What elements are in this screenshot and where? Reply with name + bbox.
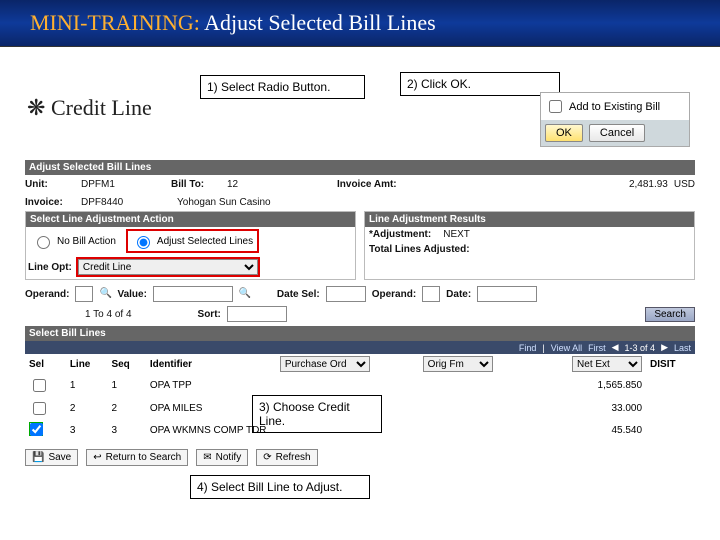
add-existing-checkbox[interactable]	[549, 100, 562, 113]
date-sel-label: Date Sel:	[277, 289, 320, 300]
title-prefix: MINI-TRAINING:	[30, 10, 200, 35]
return-icon: ↩	[93, 452, 101, 463]
billto-value: 12	[227, 179, 337, 190]
adjust-radio-label: Adjust Selected Lines	[128, 231, 257, 251]
table-row: 22OPA MILES33.000	[25, 397, 695, 420]
line-opt-label: Line Opt:	[28, 262, 72, 273]
return-button[interactable]: ↩Return to Search	[86, 449, 188, 466]
left-hdr: Select Line Adjustment Action	[26, 212, 355, 227]
invoice-amt-label: Invoice Amt:	[337, 179, 397, 190]
operand2-label: Operand:	[372, 289, 416, 300]
row-seq: 2	[107, 397, 145, 420]
row-netext: 45.540	[532, 420, 646, 441]
detail-pane: Adjust Selected Bill Lines Unit: DPFM1 B…	[25, 160, 695, 466]
origfm-select[interactable]: Orig Fm	[423, 356, 493, 372]
invoice-amt-value: 2,481.93	[629, 179, 668, 190]
unit-value: DPFM1	[81, 179, 171, 190]
lookup-icon[interactable]	[239, 288, 251, 300]
search-button[interactable]: Search	[645, 307, 695, 322]
th-seq: Seq	[107, 354, 145, 374]
customer-name: Yohogan Sun Casino	[177, 197, 271, 208]
cancel-button[interactable]: Cancel	[589, 124, 645, 142]
save-icon: 💾	[32, 452, 44, 463]
unit-label: Unit:	[25, 179, 75, 190]
currency-value: USD	[674, 179, 695, 190]
ok-dialog: Add to Existing Bill OK Cancel	[540, 92, 690, 147]
row-line: 2	[66, 397, 108, 420]
select-bill-lines-hdr: Select Bill Lines	[25, 326, 695, 341]
row-sel-checkbox[interactable]	[33, 379, 46, 392]
date-label: Date:	[446, 289, 471, 300]
row-line: 3	[66, 420, 108, 441]
credit-line-heading: ❋ Credit Line	[27, 95, 152, 121]
operand-label: Operand:	[25, 289, 69, 300]
title-rest: Adjust Selected Bill Lines	[200, 10, 436, 35]
total-adjusted-label: Total Lines Adjusted:	[369, 244, 470, 255]
sort-label: Sort:	[198, 309, 221, 320]
pager-first[interactable]: First	[588, 343, 606, 353]
right-hdr: Line Adjustment Results	[365, 212, 694, 227]
row-line: 1	[66, 374, 108, 397]
arrow-left-icon[interactable]: ◀	[612, 342, 619, 353]
po-select[interactable]: Purchase Ord	[280, 356, 370, 372]
callout-2: 2) Click OK.	[400, 72, 560, 96]
notify-icon: ✉	[203, 452, 211, 463]
right-column: Line Adjustment Results *Adjustment: NEX…	[364, 211, 695, 280]
value-label: Value:	[117, 289, 146, 300]
bill-lines-table: Sel Line Seq Identifier Purchase Ord Ori…	[25, 354, 695, 441]
no-bill-radio[interactable]	[37, 236, 50, 249]
table-row: 11OPA TPP1,565.850	[25, 374, 695, 397]
row-seq: 3	[107, 420, 145, 441]
ok-button[interactable]: OK	[545, 124, 583, 142]
adjustment-label: *Adjustment:	[369, 229, 431, 240]
pager-find[interactable]: Find	[519, 343, 537, 353]
pager-viewall[interactable]: View All	[551, 343, 582, 353]
lookup-icon[interactable]	[99, 288, 111, 300]
slide-title: MINI-TRAINING: Adjust Selected Bill Line…	[0, 0, 720, 47]
row-identifier: OPA TPP	[146, 374, 276, 397]
callout-1: 1) Select Radio Button.	[200, 75, 365, 99]
pager-last[interactable]: Last	[674, 343, 691, 353]
row-identifier: OPA MILES	[146, 397, 276, 420]
operand2-input[interactable]	[422, 286, 440, 302]
table-row: 33OPA WKMNS COMP TDR45.540	[25, 420, 695, 441]
pager-range: 1-3 of 4	[625, 343, 656, 353]
row-netext: 1,565.850	[532, 374, 646, 397]
th-identifier: Identifier	[146, 354, 276, 374]
callout-4: 4) Select Bill Line to Adjust.	[190, 475, 370, 499]
th-disit: DISIT	[646, 354, 695, 374]
section-header-adjust: Adjust Selected Bill Lines	[25, 160, 695, 175]
adjustment-value: NEXT	[443, 229, 470, 240]
bottom-bar: 💾Save ↩Return to Search ✉Notify ⟳Refresh	[25, 449, 695, 466]
row-netext: 33.000	[532, 397, 646, 420]
line-opt-select[interactable]: Credit Line	[78, 259, 258, 275]
refresh-button[interactable]: ⟳Refresh	[256, 449, 317, 466]
th-sel: Sel	[25, 354, 66, 374]
date-input[interactable]	[477, 286, 537, 302]
date-sel-input[interactable]	[326, 286, 366, 302]
add-existing-label: Add to Existing Bill	[569, 101, 660, 113]
value-input[interactable]	[153, 286, 233, 302]
row-identifier: OPA WKMNS COMP TDR	[146, 420, 276, 441]
range-text: 1 To 4 of 4	[85, 309, 132, 320]
invoice-value: DPF8440	[81, 197, 171, 208]
th-line: Line	[66, 354, 108, 374]
operand-input[interactable]	[75, 286, 93, 302]
no-bill-radio-label: No Bill Action	[28, 229, 120, 253]
adjust-radio[interactable]	[137, 236, 150, 249]
left-column: Select Line Adjustment Action No Bill Ac…	[25, 211, 356, 280]
row-seq: 1	[107, 374, 145, 397]
notify-button[interactable]: ✉Notify	[196, 449, 248, 466]
invoice-label: Invoice:	[25, 197, 75, 208]
credit-line-bullet: ❋	[27, 95, 45, 120]
arrow-right-icon[interactable]: ▶	[661, 342, 668, 353]
row-sel-checkbox[interactable]	[33, 402, 46, 415]
sort-input[interactable]	[227, 306, 287, 322]
refresh-icon: ⟳	[263, 452, 271, 463]
save-button[interactable]: 💾Save	[25, 449, 78, 466]
pager-bar: Find| View All First ◀ 1-3 of 4 ▶ Last	[25, 341, 695, 354]
netext-select[interactable]: Net Ext	[572, 356, 642, 372]
billto-label: Bill To:	[171, 179, 221, 190]
row-sel-checkbox[interactable]	[30, 423, 43, 436]
